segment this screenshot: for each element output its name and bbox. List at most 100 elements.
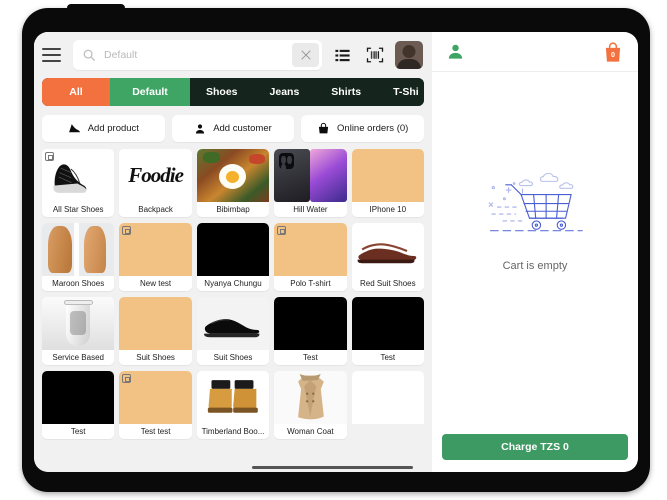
product-name: Bibimbap xyxy=(196,202,270,217)
barcode-scan-button[interactable] xyxy=(362,42,388,68)
action-label: Add product xyxy=(87,123,139,134)
clear-search-button[interactable] xyxy=(292,43,319,67)
product-tile[interactable]: Service Based xyxy=(42,297,115,365)
product-tile[interactable]: Bibimbap xyxy=(196,149,270,217)
product-name: Test test xyxy=(119,424,192,439)
search-input[interactable] xyxy=(96,49,292,61)
product-thumbnail xyxy=(42,149,115,202)
product-thumbnail xyxy=(196,297,270,350)
product-thumbnail xyxy=(119,297,192,350)
search-bar[interactable] xyxy=(73,40,322,70)
product-tile[interactable]: Foodie Backpack xyxy=(119,149,192,217)
product-name: Test xyxy=(351,350,424,365)
product-variant-icon xyxy=(45,152,54,161)
tab-default[interactable]: Default xyxy=(110,78,190,106)
product-tile[interactable]: Nyanya Chungu xyxy=(196,223,270,291)
category-tabs[interactable]: All Default Shoes Jeans Shirts T-Shi xyxy=(42,78,424,106)
product-name: Suit Shoes xyxy=(119,350,192,365)
action-label: Online orders (0) xyxy=(337,123,409,134)
tab-jeans[interactable]: Jeans xyxy=(253,78,316,106)
product-thumbnail xyxy=(351,223,424,276)
list-view-icon xyxy=(334,49,350,61)
shoe-icon xyxy=(68,122,81,135)
tab-shoes[interactable]: Shoes xyxy=(190,78,254,106)
cart-header: 0 xyxy=(432,32,638,72)
product-thumbnail xyxy=(274,297,347,350)
add-customer-button[interactable] xyxy=(442,39,468,65)
tab-t-shi[interactable]: T-Shi xyxy=(377,78,424,106)
product-grid: All Star Shoes Foodie Backpack Bibimbap Hill… xyxy=(42,149,424,459)
hamburger-menu-icon[interactable] xyxy=(42,43,66,67)
person-icon xyxy=(194,123,206,135)
product-tile[interactable]: IPhone 10 xyxy=(351,149,424,217)
cart-badge-count: 0 xyxy=(611,51,615,59)
product-name: New test xyxy=(119,276,192,291)
quick-action-row: Add product Add customer Online orders (0) xyxy=(34,106,432,149)
product-thumbnail xyxy=(274,223,347,276)
online-orders-0-button[interactable]: Online orders (0) xyxy=(301,115,425,142)
product-name: Timberland Boo... xyxy=(196,424,270,439)
user-avatar[interactable] xyxy=(395,41,423,69)
horizontal-scrollbar[interactable] xyxy=(42,463,424,472)
product-thumbnail xyxy=(196,371,270,424)
product-grid-area: All Star Shoes Foodie Backpack Bibimbap Hill… xyxy=(34,149,432,472)
product-variant-icon xyxy=(122,226,132,235)
product-thumbnail xyxy=(351,297,424,350)
list-view-button[interactable] xyxy=(329,42,355,68)
shopping-bag-icon: 0 xyxy=(605,42,621,62)
product-tile[interactable]: Woman Coat xyxy=(274,371,347,439)
cart-empty-label: Cart is empty xyxy=(502,260,568,272)
tab-shirts[interactable]: Shirts xyxy=(315,78,378,106)
product-thumbnail xyxy=(196,149,270,202)
avatar-head xyxy=(402,45,416,58)
product-tile[interactable]: Polo T-shirt xyxy=(274,223,347,291)
product-tile[interactable]: Hill Water xyxy=(274,149,347,217)
action-label: Add customer xyxy=(213,123,272,134)
product-name: Hill Water xyxy=(274,202,347,217)
charge-button[interactable]: Charge TZS 0 xyxy=(442,434,628,460)
product-name: Maroon Shoes xyxy=(42,276,115,291)
product-tile[interactable]: Suit Shoes xyxy=(196,297,270,365)
product-thumbnail xyxy=(42,297,115,350)
close-icon xyxy=(301,50,310,60)
product-tile[interactable]: Suit Shoes xyxy=(119,297,192,365)
product-tile[interactable]: Red Suit Shoes xyxy=(351,223,424,291)
product-name: Woman Coat xyxy=(274,424,347,439)
product-thumbnail xyxy=(274,149,347,202)
product-tile[interactable]: New test xyxy=(119,223,192,291)
product-name: Test xyxy=(42,424,115,439)
search-icon xyxy=(83,49,95,61)
product-tile[interactable]: Maroon Shoes xyxy=(42,223,115,291)
product-thumbnail xyxy=(119,371,192,424)
catalog-panel: AllDefaultShoesJeansShirtsT-Shi Add prod… xyxy=(34,32,432,472)
add-customer-button[interactable]: Add customer xyxy=(171,115,295,142)
product-tile[interactable]: Test xyxy=(274,297,347,365)
tablet-frame: AllDefaultShoesJeansShirtsT-Shi Add prod… xyxy=(22,4,650,492)
product-thumbnail xyxy=(351,149,424,202)
product-thumbnail xyxy=(196,223,270,276)
cart-bag-button[interactable]: 0 xyxy=(600,39,626,65)
horizontal-scrollbar-thumb[interactable] xyxy=(252,466,413,469)
add-product-button[interactable]: Add product xyxy=(42,115,165,142)
cart-empty-state: Cart is empty xyxy=(432,72,638,434)
basket-icon xyxy=(317,122,330,135)
product-thumbnail xyxy=(274,371,347,424)
product-tile[interactable]: All Star Shoes xyxy=(42,149,115,217)
product-name: Suit Shoes xyxy=(196,350,270,365)
screen: AllDefaultShoesJeansShirtsT-Shi Add prod… xyxy=(34,32,638,472)
product-tile[interactable]: Timberland Boo... xyxy=(196,371,270,439)
product-tile[interactable]: Test xyxy=(351,297,424,365)
barcode-scan-icon xyxy=(366,47,384,63)
cart-panel: 0 Cart is empty Charge TZS 0 xyxy=(432,32,638,472)
avatar-body xyxy=(397,59,421,69)
product-name: Red Suit Shoes xyxy=(351,276,424,291)
tab-all[interactable]: All xyxy=(42,78,110,106)
product-tile[interactable]: Test test xyxy=(119,371,192,439)
product-name xyxy=(352,424,424,439)
product-tile[interactable]: Test xyxy=(42,371,115,439)
product-name: Test xyxy=(274,350,347,365)
top-bar xyxy=(34,32,432,78)
product-name: IPhone 10 xyxy=(351,202,424,217)
product-thumbnail xyxy=(351,371,424,424)
product-thumbnail xyxy=(42,371,115,424)
